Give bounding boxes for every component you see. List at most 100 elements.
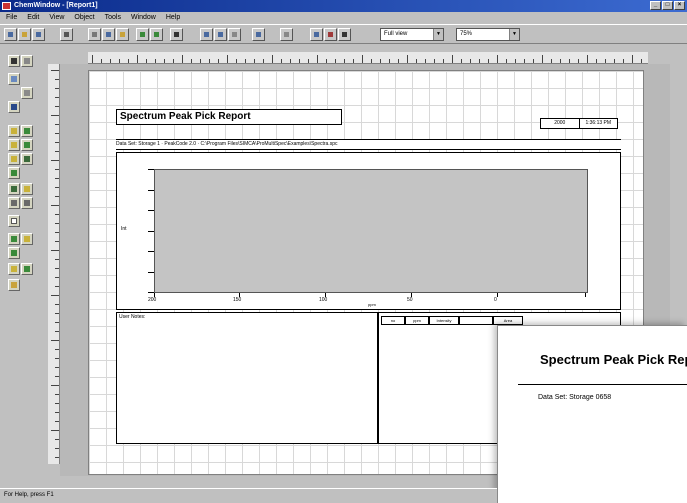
shape-tool-icon[interactable] xyxy=(21,233,33,245)
insert-icon[interactable] xyxy=(310,28,323,41)
group-icon[interactable] xyxy=(280,28,293,41)
printout-inset: Spectrum Peak Pick Report Data Set: Stor… xyxy=(497,325,687,503)
horizontal-ruler xyxy=(88,52,648,64)
align-icon[interactable] xyxy=(252,28,265,41)
peak-tool-icon[interactable] xyxy=(8,139,20,151)
ruler-tick xyxy=(51,385,59,386)
date-time-box[interactable]: 2000 1:36:13 PM xyxy=(540,118,618,129)
close-button[interactable]: × xyxy=(674,1,685,10)
maximize-button[interactable]: □ xyxy=(662,1,673,10)
rectangle-tool-icon[interactable] xyxy=(8,73,20,85)
x-axis-label: ppm xyxy=(368,302,376,307)
ruler-tick xyxy=(55,133,59,134)
menu-file[interactable]: File xyxy=(4,12,19,23)
status-bar: For Help, press F1 xyxy=(0,488,497,503)
chevron-down-icon[interactable]: ▼ xyxy=(433,29,443,40)
menu-tools[interactable]: Tools xyxy=(103,12,123,23)
percent-select[interactable]: 75% ▼ xyxy=(456,28,520,41)
chevron-down-icon[interactable]: ▼ xyxy=(509,29,519,40)
ruler-tick xyxy=(641,59,642,63)
vertical-ruler xyxy=(48,64,60,464)
ruler-tick xyxy=(335,59,336,63)
zoom-select[interactable]: Full view ▼ xyxy=(380,28,444,41)
ruler-tick xyxy=(55,358,59,359)
menu-view[interactable]: View xyxy=(47,12,66,23)
ruler-tick xyxy=(317,55,318,63)
field-tool-icon[interactable] xyxy=(8,183,20,195)
ruler-tick xyxy=(55,448,59,449)
ruler-tick xyxy=(51,430,59,431)
pointer-icon[interactable] xyxy=(170,28,183,41)
ruler-tick xyxy=(308,59,309,63)
page-tool-icon[interactable] xyxy=(8,215,20,227)
menu-edit[interactable]: Edit xyxy=(25,12,41,23)
ruler-tick xyxy=(497,55,498,63)
integral-tool-icon[interactable] xyxy=(21,139,33,151)
zoom-in-icon[interactable] xyxy=(200,28,213,41)
zoom-out-icon[interactable] xyxy=(214,28,227,41)
ruler-tick xyxy=(55,403,59,404)
new-icon[interactable] xyxy=(4,28,17,41)
symbol-tool-icon[interactable] xyxy=(21,263,33,275)
ruler-tick xyxy=(398,59,399,63)
y-tick xyxy=(148,190,154,191)
ruler-tick xyxy=(407,55,408,63)
ruler-tick xyxy=(55,331,59,332)
date-tool-icon[interactable] xyxy=(8,167,20,179)
ruler-tick xyxy=(362,55,363,63)
paste-icon[interactable] xyxy=(116,28,129,41)
spectrum-plot-area[interactable] xyxy=(154,169,588,293)
ruler-tick xyxy=(137,55,138,63)
chart-tool-icon[interactable] xyxy=(21,125,33,137)
x-tick-label: 0 xyxy=(494,297,497,303)
ruler-tick xyxy=(371,59,372,63)
undo-icon[interactable] xyxy=(136,28,149,41)
minimize-button[interactable]: _ xyxy=(650,1,661,10)
open-icon[interactable] xyxy=(18,28,31,41)
menu-object[interactable]: Object xyxy=(72,12,96,23)
spectrum-tool-icon[interactable] xyxy=(8,125,20,137)
list-tool-icon[interactable] xyxy=(8,197,20,209)
ruler-tick xyxy=(51,340,59,341)
menu-help[interactable]: Help xyxy=(164,12,182,23)
user-notes-box[interactable]: User Notes: xyxy=(116,312,378,444)
cut-icon[interactable] xyxy=(88,28,101,41)
text-tool-icon[interactable] xyxy=(8,55,20,67)
text-icon[interactable] xyxy=(338,28,351,41)
ruler-tick xyxy=(51,115,59,116)
peak-col-header: Area xyxy=(493,316,523,325)
ruler-tick xyxy=(245,59,246,63)
dataset-field[interactable]: Data Set: Storage 1 · PeakCode 2.0 · C:\… xyxy=(116,139,621,150)
formula-tool-icon[interactable] xyxy=(8,263,20,275)
barcode-tool-icon[interactable] xyxy=(21,183,33,195)
structure-tool-icon[interactable] xyxy=(8,153,20,165)
save-icon[interactable] xyxy=(32,28,45,41)
redo-icon[interactable] xyxy=(150,28,163,41)
app-icon[interactable] xyxy=(2,2,11,10)
ruler-tick xyxy=(569,59,570,63)
image-tool-icon[interactable] xyxy=(21,153,33,165)
note-tool-icon[interactable] xyxy=(8,279,20,291)
ruler-tick xyxy=(51,70,59,71)
ellipse-tool-icon[interactable] xyxy=(21,87,33,99)
x-tick-label: 50 xyxy=(407,297,413,303)
ruler-tick xyxy=(51,250,59,251)
table-tool-icon[interactable] xyxy=(8,101,20,113)
peak-col-header: ppm xyxy=(405,316,429,325)
grid-tool-icon[interactable] xyxy=(21,197,33,209)
menu-window[interactable]: Window xyxy=(129,12,158,23)
ruler-tick xyxy=(55,169,59,170)
link-tool-icon[interactable] xyxy=(8,247,20,259)
line-tool-icon[interactable] xyxy=(21,55,33,67)
ruler-tick xyxy=(55,79,59,80)
ruler-tick xyxy=(515,59,516,63)
ruler-tick xyxy=(55,241,59,242)
print-icon[interactable] xyxy=(60,28,73,41)
peak-col-header: no xyxy=(381,316,405,325)
chart-icon[interactable] xyxy=(324,28,337,41)
arrow-tool-icon[interactable] xyxy=(8,233,20,245)
ruler-tick xyxy=(51,160,59,161)
grid-icon[interactable] xyxy=(228,28,241,41)
copy-icon[interactable] xyxy=(102,28,115,41)
report-title[interactable]: Spectrum Peak Pick Report xyxy=(116,109,342,125)
